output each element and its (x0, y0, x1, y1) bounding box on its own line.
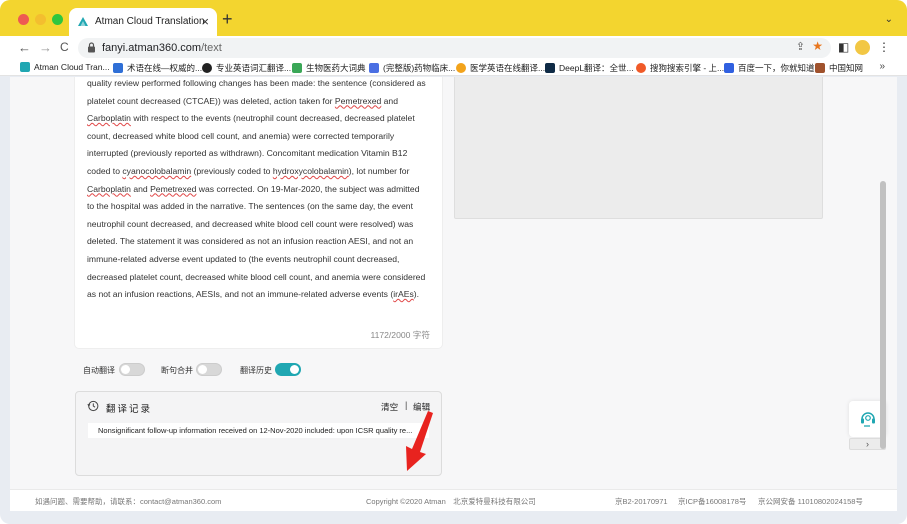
source-text-segment: and (130, 183, 151, 194)
source-textarea[interactable]: quality review performed following chang… (87, 77, 427, 304)
source-text-segment: was corrected. On 19-Mar-2020, the subje… (87, 183, 426, 300)
bookmarks-bar: Atman Cloud Tran... 术语在线—权威的... 专业英语词汇翻译… (0, 60, 907, 76)
bookmark-favicon-icon (456, 63, 466, 73)
bookmark-item[interactable]: 搜狗搜索引擎 - 上... (636, 62, 724, 74)
bookmark-favicon-icon (369, 63, 379, 73)
bookmark-label: 生物医药大词典 (306, 63, 366, 73)
footer-icp-license[interactable]: 京B2-20170971 (615, 496, 668, 507)
spellcheck-word: Carboplatin (87, 183, 131, 194)
bookmark-item[interactable]: 医学英语在线翻译... (456, 62, 545, 74)
history-label: 翻译历史 (240, 366, 272, 375)
switch-knob (121, 365, 130, 374)
bookmark-label: (完整版)药物临床... (383, 63, 456, 73)
bookmark-favicon-icon (815, 63, 825, 73)
page-content: quality review performed following chang… (10, 77, 897, 511)
spellcheck-word: hydroxycolobalamin (272, 165, 349, 176)
switch-knob (198, 365, 207, 374)
browser-toolbar: ← → C fanyi.atman360.com/text ⇪ ★ ◧ ⋮ (0, 36, 907, 60)
footer-police-record[interactable]: 京公网安备 11010802024158号 (758, 496, 863, 507)
reload-button[interactable]: C (60, 40, 69, 54)
footer-icp-record[interactable]: 京ICP备16008178号 (678, 496, 746, 507)
char-count: 1172/2000 字符 (370, 330, 430, 340)
tab-close-icon[interactable]: × (201, 14, 209, 29)
bookmarks-overflow-icon[interactable]: » (879, 61, 885, 72)
bookmark-favicon-icon (202, 63, 212, 73)
bookmark-item[interactable]: 专业英语词汇翻译... (202, 62, 291, 74)
headset-icon (861, 412, 875, 427)
bookmark-item[interactable]: DeepL翻译：全世... (545, 62, 634, 74)
translation-output-panel (454, 77, 823, 219)
bookmark-favicon-icon (724, 63, 734, 73)
bookmark-label: 搜狗搜索引擎 - 上... (650, 63, 725, 73)
sentence-merge-switch[interactable] (196, 363, 222, 376)
profile-avatar[interactable] (855, 40, 870, 55)
url-host: fanyi.atman360.com (102, 42, 202, 54)
spellcheck-word: cyanocolobalamin (122, 165, 192, 176)
spellcheck-word: Carboplatin (87, 113, 131, 124)
source-text-segment: (previously coded to (191, 165, 273, 176)
tab-strip: Atman Cloud Translation × + ⌄ (0, 0, 907, 36)
bookmark-label: 专业英语词汇翻译... (216, 63, 292, 73)
bookmark-favicon-icon (20, 62, 30, 72)
options-row: 自动翻译 断句合并 翻译历史 (83, 362, 443, 378)
back-button[interactable]: ← (18, 40, 31, 55)
bookmark-item[interactable]: Atman Cloud Tran... (20, 62, 110, 72)
bookmark-item[interactable]: 生物医药大词典 (292, 62, 366, 74)
footer-contact: 如遇问题、需要帮助，请联系：contact@atman360.com (35, 497, 222, 506)
history-title: 翻译记录 (106, 404, 153, 415)
close-window-button[interactable] (18, 14, 29, 25)
bookmark-label: 医学英语在线翻译... (470, 63, 546, 73)
bookmark-label: DeepL翻译：全世... (559, 63, 634, 73)
history-panel: 翻译记录 清空 | 编辑 Nonsignificant follow-up in… (75, 391, 442, 476)
annotation-arrow-icon (406, 411, 433, 471)
source-text-segment: ), lot number for (348, 165, 410, 176)
bookmark-favicon-icon (113, 63, 123, 73)
bookmark-favicon-icon (636, 63, 646, 73)
new-tab-button[interactable]: + (222, 10, 233, 28)
bookmark-item[interactable]: 百度一下，你就知道 (724, 62, 815, 74)
page-scrollbar-thumb[interactable] (880, 181, 886, 449)
spellcheck-word: irAEs (393, 289, 414, 300)
forward-button[interactable]: → (39, 40, 52, 55)
history-list-item[interactable]: Nonsignificant follow-up information rec… (88, 423, 429, 438)
switch-knob (290, 365, 299, 374)
source-text-panel[interactable]: quality review performed following chang… (75, 77, 442, 348)
bookmark-label: Atman Cloud Tran... (34, 62, 110, 72)
minimize-window-button[interactable] (35, 14, 46, 25)
history-switch[interactable] (275, 363, 301, 376)
footer-copyright: Copyright ©2020 Atman 北京爱特曼科技有限公司 (366, 497, 536, 506)
browser-window: Atman Cloud Translation × + ⌄ ← → C fany… (0, 0, 907, 524)
auto-translate-label: 自动翻译 (83, 366, 115, 375)
sidebar-icon[interactable]: ◧ (838, 40, 849, 54)
tab-search-icon[interactable]: ⌄ (885, 14, 893, 25)
maximize-window-button[interactable] (52, 14, 63, 25)
lock-icon (88, 42, 95, 53)
page-footer: 如遇问题、需要帮助，请联系：contact@atman360.com Copyr… (10, 489, 897, 511)
bookmark-label: 中国知网 (829, 63, 864, 73)
address-bar[interactable]: fanyi.atman360.com/text ⇪ ★ (78, 38, 831, 58)
share-icon[interactable]: ⇪ (796, 40, 805, 53)
history-clock-icon (87, 400, 99, 412)
source-text-segment: ). (413, 289, 420, 300)
tab-title: Atman Cloud Translation (95, 16, 205, 27)
bookmark-favicon-icon (545, 63, 555, 73)
url-text: fanyi.atman360.com/text (102, 42, 222, 54)
bookmark-item[interactable]: 术语在线—权威的... (113, 62, 202, 74)
sentence-merge-label: 断句合并 (161, 366, 193, 375)
browser-tab[interactable]: Atman Cloud Translation × (69, 8, 217, 36)
bookmark-favicon-icon (292, 63, 302, 73)
bookmark-star-icon[interactable]: ★ (812, 39, 823, 53)
menu-icon[interactable]: ⋮ (878, 40, 890, 54)
atman-logo-icon (78, 17, 88, 26)
spellcheck-word: Pemetrexed (150, 183, 197, 194)
bookmark-label: 百度一下，你就知道 (738, 63, 815, 73)
source-text-segment: and (381, 95, 398, 106)
spellcheck-word: Pemetrexed (334, 95, 382, 106)
url-path: /text (201, 42, 222, 54)
bookmark-item[interactable]: 中国知网 (815, 62, 863, 74)
bookmark-item[interactable]: (完整版)药物临床... (369, 62, 455, 74)
auto-translate-switch[interactable] (119, 363, 145, 376)
bookmark-label: 术语在线—权威的... (127, 63, 203, 73)
